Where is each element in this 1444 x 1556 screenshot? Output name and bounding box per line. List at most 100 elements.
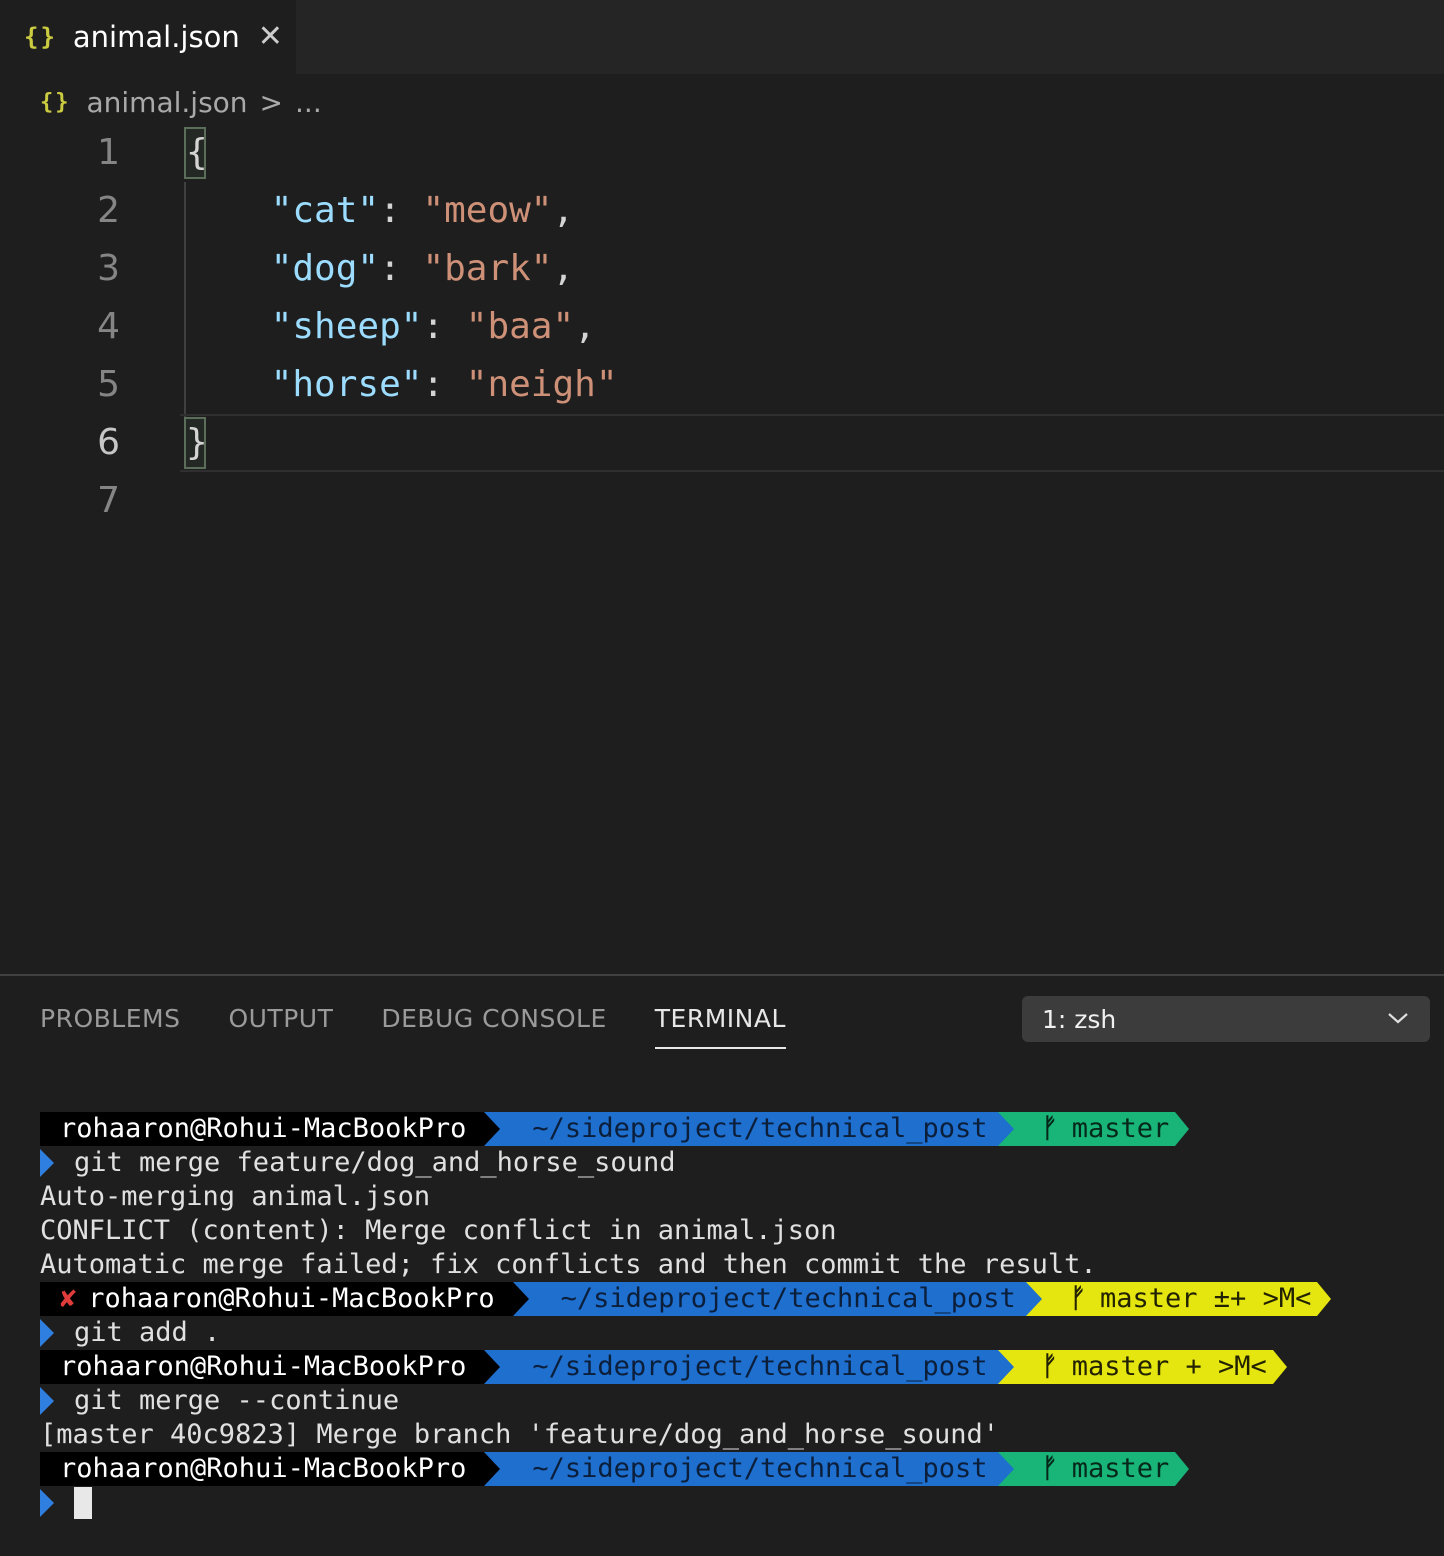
json-comma: , (552, 190, 575, 231)
line-number: 2 (97, 190, 120, 231)
command-text: git merge --continue (74, 1385, 400, 1416)
prompt-directory: ~/sideproject/technical_post (500, 1350, 998, 1384)
tab-terminal[interactable]: TERMINAL (654, 1004, 786, 1049)
json-file-icon: {} (24, 23, 57, 51)
terminal-shell-select[interactable]: 1: zsh (1022, 996, 1430, 1042)
json-key: "dog" (270, 248, 380, 289)
line-number: 4 (97, 306, 120, 347)
git-branch-icon: ᚠ (1041, 1351, 1058, 1382)
tab-problems[interactable]: PROBLEMS (40, 1004, 180, 1049)
line-number: 6 (97, 422, 120, 463)
powerline-separator (997, 1350, 1014, 1384)
terminal-prompt: ✘ rohaaron@Rohui-MacBookPro ~/sideproject/… (40, 1282, 1332, 1316)
terminal-output-line: Auto-merging animal.json (40, 1181, 431, 1212)
breadcrumb-file[interactable]: animal.json (87, 86, 248, 119)
shell-select-value: 1: zsh (1042, 1004, 1117, 1034)
json-comma: , (552, 248, 575, 289)
terminal-output-line: Automatic merge failed; fix conflicts an… (40, 1249, 1097, 1280)
bottom-panel: PROBLEMS OUTPUT DEBUG CONSOLE TERMINAL 1… (0, 974, 1444, 1556)
powerline-separator (1272, 1350, 1287, 1384)
json-value: "baa" (465, 306, 575, 347)
prompt-directory: ~/sideproject/technical_post (500, 1452, 998, 1486)
json-colon: : (422, 306, 466, 347)
code-line: 1 { (0, 124, 1444, 182)
git-branch-icon: ᚠ (1041, 1453, 1058, 1484)
json-comma: , (574, 306, 596, 347)
line-number: 3 (97, 248, 120, 289)
breadcrumb-more[interactable]: ... (295, 86, 322, 119)
code-editor[interactable]: 1 { 2 "cat": "meow", 3 "dog": "bark", 4 … (0, 124, 1444, 974)
powerline-separator (484, 1452, 501, 1486)
editor-tab-bar: {} animal.json ✕ (0, 0, 1444, 74)
powerline-separator (512, 1282, 529, 1316)
code-line: 2 "cat": "meow", (0, 182, 1444, 240)
prompt-user: rohaaron@Rohui-MacBookPro (40, 1452, 485, 1486)
panel-tabs: PROBLEMS OUTPUT DEBUG CONSOLE TERMINAL (40, 1004, 786, 1049)
prompt-git-branch: ᚠ master + >M< (1013, 1350, 1273, 1384)
tab-title: animal.json (72, 20, 240, 54)
line-number: 5 (97, 364, 120, 405)
json-key: "horse" (270, 364, 423, 405)
tab-debug-console[interactable]: DEBUG CONSOLE (381, 1004, 606, 1049)
terminal-command: git add . (40, 1316, 1331, 1350)
code-line: 3 "dog": "bark", (0, 240, 1444, 298)
terminal-prompt: rohaaron@Rohui-MacBookPro ~/sideproject/t… (40, 1350, 1331, 1384)
tab-animal-json[interactable]: {} animal.json ✕ (0, 0, 296, 74)
prompt-chevron-icon (40, 1489, 54, 1517)
powerline-separator (1025, 1282, 1042, 1316)
chevron-down-icon (1388, 1013, 1408, 1024)
terminal-cursor (74, 1487, 92, 1519)
terminal-command: git merge feature/dog_and_horse_sound (40, 1146, 1331, 1180)
prompt-user-name: rohaaron@Rohui-MacBookPro (88, 1283, 495, 1314)
terminal-output[interactable]: rohaaron@Rohui-MacBookPro ~/sideproject/t… (40, 1112, 1332, 1520)
prompt-git-branch: ᚠ master ±+ >M< (1041, 1282, 1318, 1316)
powerline-separator (484, 1350, 501, 1384)
json-file-icon: {} (40, 89, 71, 115)
terminal-command: git merge --continue (40, 1384, 1331, 1418)
code-line: 7 (0, 472, 1444, 530)
prompt-git-branch: ᚠ master (1013, 1452, 1176, 1486)
command-text: git merge feature/dog_and_horse_sound (74, 1147, 676, 1178)
powerline-separator (997, 1112, 1014, 1146)
line-number: 1 (97, 132, 120, 173)
powerline-separator (1317, 1282, 1332, 1316)
branch-name: master (1071, 1113, 1170, 1144)
code-line: 5 "horse": "neigh" (0, 356, 1444, 414)
git-branch-icon: ᚠ (1069, 1283, 1087, 1314)
code-line-active: 6 } (0, 414, 1444, 472)
prompt-user: ✘ rohaaron@Rohui-MacBookPro (40, 1282, 513, 1316)
prompt-chevron-icon (40, 1319, 54, 1347)
json-value: "bark" (422, 248, 553, 289)
chevron-right-icon: > (259, 85, 284, 119)
branch-name: master + >M< (1071, 1351, 1267, 1382)
terminal-output-line: [master 40c9823] Merge branch 'feature/d… (40, 1419, 1000, 1450)
bracket-close: } (184, 417, 208, 469)
prompt-directory: ~/sideproject/technical_post (528, 1282, 1026, 1316)
powerline-separator (1175, 1452, 1190, 1486)
json-key: "sheep" (270, 306, 423, 347)
terminal-output-line: CONFLICT (content): Merge conflict in an… (40, 1215, 837, 1246)
json-colon: : (379, 248, 423, 289)
terminal-prompt: rohaaron@Rohui-MacBookPro ~/sideproject/t… (40, 1452, 1331, 1486)
json-colon: : (379, 190, 423, 231)
powerline-separator (997, 1452, 1014, 1486)
prompt-user: rohaaron@Rohui-MacBookPro (40, 1112, 485, 1146)
prompt-user: rohaaron@Rohui-MacBookPro (40, 1350, 485, 1384)
command-text: git add . (74, 1317, 221, 1348)
powerline-separator (1175, 1112, 1190, 1146)
tab-output[interactable]: OUTPUT (228, 1004, 333, 1049)
line-number: 7 (97, 480, 120, 521)
close-icon[interactable]: ✕ (258, 22, 283, 52)
json-value: "neigh" (465, 364, 618, 405)
code-line: 4 "sheep": "baa", (0, 298, 1444, 356)
json-key: "cat" (270, 190, 380, 231)
prompt-git-branch: ᚠ master (1013, 1112, 1176, 1146)
prompt-chevron-icon (40, 1387, 54, 1415)
json-colon: : (422, 364, 466, 405)
branch-name: master (1071, 1453, 1170, 1484)
git-branch-icon: ᚠ (1041, 1113, 1058, 1144)
terminal-input-line[interactable] (40, 1486, 1331, 1520)
json-value: "meow" (422, 190, 553, 231)
error-x-icon: ✘ (60, 1283, 77, 1314)
prompt-directory: ~/sideproject/technical_post (500, 1112, 998, 1146)
